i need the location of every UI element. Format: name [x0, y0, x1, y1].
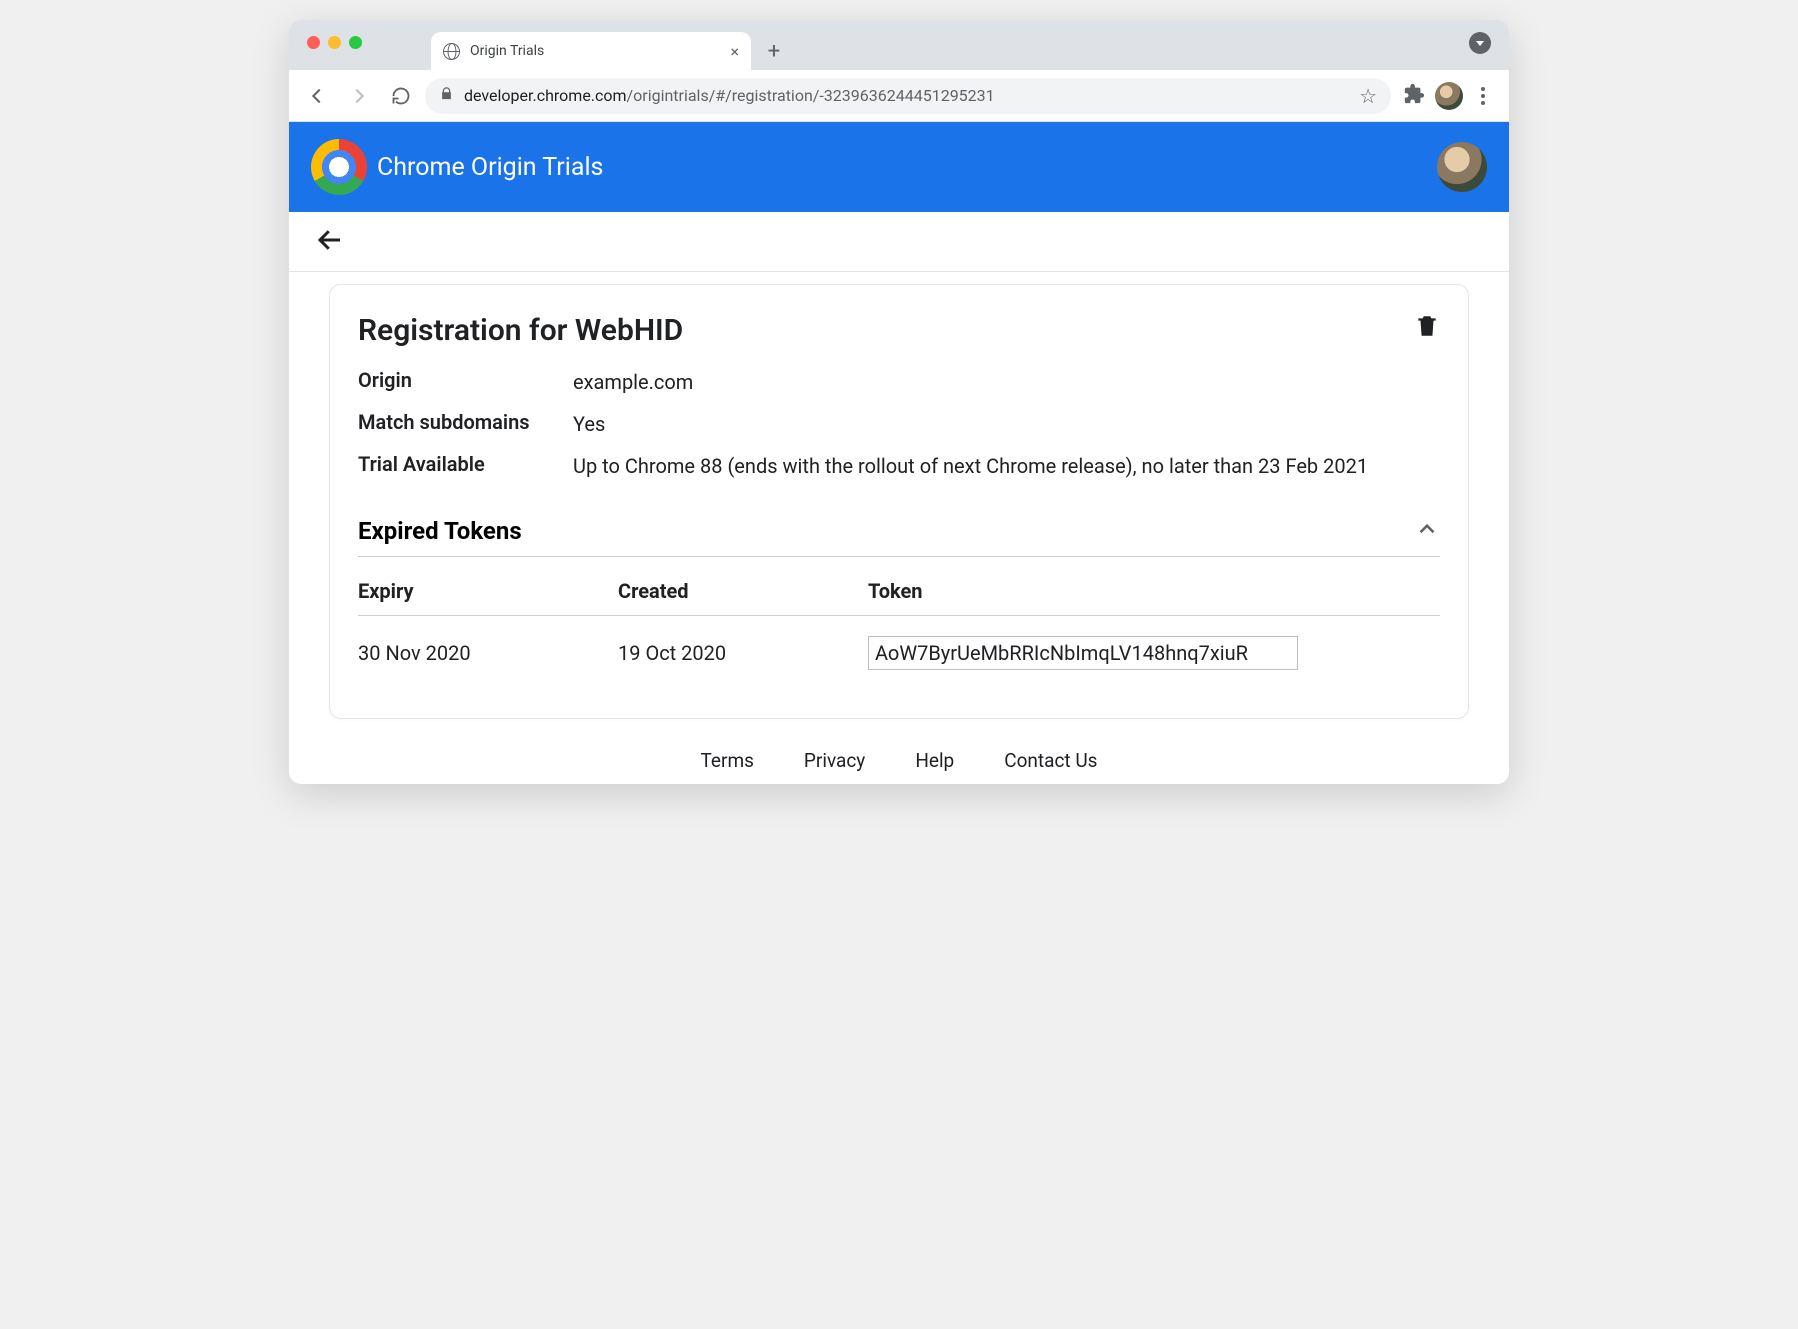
cell-expiry: 30 Nov 2020	[358, 616, 618, 691]
browser-window: Origin Trials × + developer.chrome.com/o…	[289, 20, 1509, 784]
col-header-token: Token	[868, 561, 1440, 616]
tab-bar: Origin Trials × +	[289, 20, 1509, 70]
nav-forward-button[interactable]	[341, 78, 377, 114]
browser-menu-icon[interactable]	[1473, 81, 1493, 111]
footer-privacy-link[interactable]: Privacy	[804, 749, 865, 772]
nav-back-button[interactable]	[299, 78, 335, 114]
app-title: Chrome Origin Trials	[377, 153, 603, 182]
new-tab-button[interactable]: +	[759, 36, 789, 66]
subnav-bar	[289, 212, 1509, 272]
footer-help-link[interactable]: Help	[915, 749, 954, 772]
window-close-button[interactable]	[307, 36, 320, 49]
section-title: Expired Tokens	[358, 517, 522, 545]
profile-avatar-icon[interactable]	[1435, 82, 1463, 110]
extensions-icon[interactable]	[1403, 83, 1425, 109]
tab-search-icon[interactable]	[1469, 32, 1491, 54]
meta-label: Match subdomains	[358, 410, 573, 438]
cell-created: 19 Oct 2020	[618, 616, 868, 691]
cell-token: AoW7ByrUeMbRRIcNbImqLV148hnq7xiuR	[868, 616, 1440, 691]
delete-icon[interactable]	[1414, 313, 1440, 343]
meta-value: example.com	[573, 368, 1440, 396]
footer-links: Terms Privacy Help Contact Us	[289, 719, 1509, 784]
expired-tokens-header[interactable]: Expired Tokens	[358, 516, 1440, 557]
col-header-created: Created	[618, 561, 868, 616]
back-arrow-icon[interactable]	[315, 225, 345, 259]
table-row: 30 Nov 2020 19 Oct 2020 AoW7ByrUeMbRRIcN…	[358, 616, 1440, 691]
registration-card: Registration for WebHID Origin example.c…	[329, 284, 1469, 719]
tab-title: Origin Trials	[470, 43, 720, 59]
meta-value: Up to Chrome 88 (ends with the rollout o…	[573, 452, 1440, 480]
window-minimize-button[interactable]	[328, 36, 341, 49]
tokens-table: Expiry Created Token 30 Nov 2020 19 Oct …	[358, 561, 1440, 690]
card-title: Registration for WebHID	[358, 313, 683, 348]
col-header-expiry: Expiry	[358, 561, 618, 616]
bookmark-star-icon[interactable]: ☆	[1359, 84, 1377, 108]
meta-match-subdomains: Match subdomains Yes	[358, 410, 1440, 438]
meta-label: Origin	[358, 368, 573, 396]
meta-value: Yes	[573, 410, 1440, 438]
window-controls	[307, 36, 362, 49]
globe-icon	[443, 43, 460, 60]
toolbar-right	[1397, 81, 1499, 111]
reload-button[interactable]	[383, 78, 419, 114]
browser-toolbar: developer.chrome.com/origintrials/#/regi…	[289, 70, 1509, 122]
browser-tab[interactable]: Origin Trials ×	[431, 32, 751, 70]
meta-label: Trial Available	[358, 452, 573, 480]
window-maximize-button[interactable]	[349, 36, 362, 49]
lock-icon	[439, 86, 454, 105]
footer-terms-link[interactable]: Terms	[701, 749, 754, 772]
meta-trial-available: Trial Available Up to Chrome 88 (ends wi…	[358, 452, 1440, 480]
token-value[interactable]: AoW7ByrUeMbRRIcNbImqLV148hnq7xiuR	[868, 636, 1298, 670]
content-area: Registration for WebHID Origin example.c…	[289, 272, 1509, 719]
close-tab-icon[interactable]: ×	[730, 42, 739, 61]
address-bar[interactable]: developer.chrome.com/origintrials/#/regi…	[425, 78, 1391, 114]
user-avatar[interactable]	[1437, 142, 1487, 192]
chrome-logo-icon	[311, 139, 367, 195]
chevron-up-icon	[1414, 516, 1440, 546]
url-text: developer.chrome.com/origintrials/#/regi…	[464, 86, 1349, 105]
meta-origin: Origin example.com	[358, 368, 1440, 396]
app-header: Chrome Origin Trials	[289, 122, 1509, 212]
footer-contact-link[interactable]: Contact Us	[1004, 749, 1097, 772]
